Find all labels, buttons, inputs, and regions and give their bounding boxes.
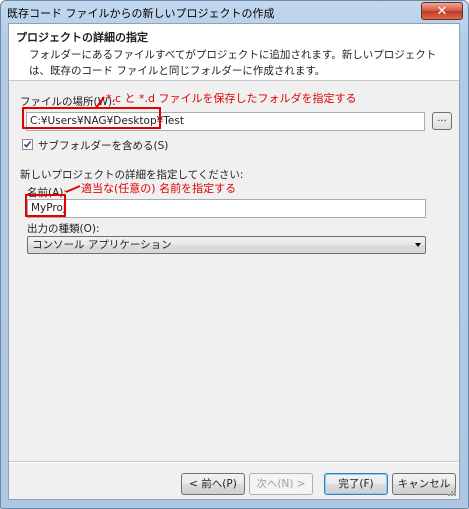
dialog-window: 既存コード ファイルからの新しいプロジェクトの作成 ✕ プロジェクトの詳細の指定… [0, 0, 469, 509]
wizard-header: プロジェクトの詳細の指定 フォルダーにあるファイルすべてがプロジェクトに追加され… [9, 24, 459, 81]
location-annotation-pointer [95, 96, 105, 109]
close-button[interactable]: ✕ [421, 2, 463, 20]
include-subfolders-label[interactable]: サブフォルダーを含める(S) [38, 138, 168, 153]
next-button[interactable]: 次へ(N) > [249, 473, 313, 495]
page-description: フォルダーにあるファイルすべてがプロジェクトに追加されます。新しいプロジェクトは… [29, 49, 437, 77]
include-subfolders-checkbox[interactable] [22, 139, 33, 150]
output-type-value: コンソール アプリケーション [32, 239, 172, 251]
footer-divider [9, 461, 459, 463]
name-annotation-pointer [65, 185, 81, 193]
window-title: 既存コード ファイルからの新しいプロジェクトの作成 [7, 7, 275, 20]
name-highlight-box [25, 194, 66, 217]
close-icon: ✕ [436, 4, 448, 19]
finish-button[interactable]: 完了(F) [324, 473, 388, 495]
resize-grip-icon[interactable] [447, 487, 457, 497]
location-annotation: *.c と *.d ファイルを保存したフォルダを指定する [106, 92, 357, 105]
name-annotation: 適当な(任意の) 名前を指定する [81, 182, 237, 195]
name-input[interactable]: MyProj [27, 199, 426, 218]
output-type-select[interactable]: コンソール アプリケーション [27, 236, 426, 254]
checkmark-icon [23, 141, 32, 148]
browse-button[interactable]: ... [432, 112, 452, 130]
location-highlight-box [22, 107, 161, 129]
back-button[interactable]: < 前へ(P) [181, 473, 245, 495]
chevron-down-icon [415, 243, 421, 247]
page-title: プロジェクトの詳細の指定 [16, 31, 148, 44]
output-type-label: 出力の種類(O): [27, 223, 100, 235]
title-bar: 既存コード ファイルからの新しいプロジェクトの作成 ✕ [1, 1, 468, 23]
